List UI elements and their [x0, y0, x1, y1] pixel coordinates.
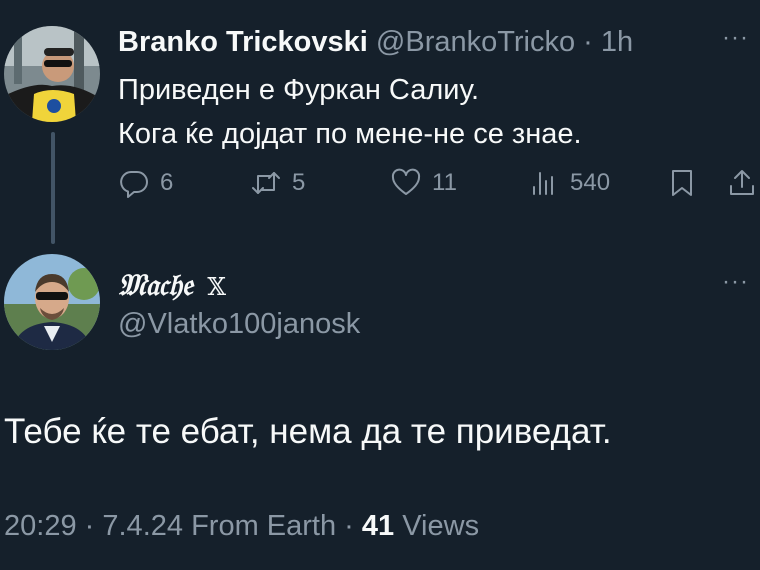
- tweet2-more-button[interactable]: ···: [722, 268, 749, 296]
- tweet2-views-label: Views: [402, 510, 480, 542]
- heart-icon: [391, 168, 421, 195]
- tweet1-handle[interactable]: @BrankoTricko: [376, 26, 575, 58]
- tweet1-action-bar: 6 5 11 540: [118, 160, 758, 206]
- reply-count: 6: [160, 169, 174, 196]
- tweet1-display-name[interactable]: Branko Trickovski: [118, 26, 368, 58]
- tweet2-handle[interactable]: @Vlatko100janosk: [118, 304, 360, 344]
- meta-separator-1: ·: [84, 510, 95, 542]
- reply-button[interactable]: 6: [118, 160, 173, 206]
- share-button[interactable]: [726, 160, 758, 206]
- tweet1-author-line: Branko Trickovski @BrankoTricko · 1h: [118, 22, 633, 62]
- like-button[interactable]: 11: [390, 160, 457, 206]
- thread-connector-line: [51, 132, 55, 244]
- x-logo-icon: 𝕏: [207, 273, 226, 301]
- tweet1-line-1: Приведен е Фуркан Салиу.: [118, 74, 480, 106]
- share-icon: [730, 170, 754, 195]
- bookmark-icon: [672, 170, 692, 196]
- tweet2-display-name[interactable]: 𝔐𝔞𝔠𝔥𝔢: [118, 268, 193, 303]
- avatar-branko[interactable]: [4, 26, 100, 122]
- tweet2-source: From Earth: [191, 510, 337, 542]
- views-count: 540: [570, 169, 611, 196]
- tweet2-time[interactable]: 20:29: [4, 510, 77, 542]
- tweet1-separator: ·: [583, 26, 593, 58]
- retweet-button[interactable]: 5: [250, 160, 305, 206]
- retweet-icon: [252, 172, 280, 194]
- tweet1-timestamp[interactable]: 1h: [601, 26, 633, 58]
- tweet1-line-2: Кога ќе дојдат по мене-не се знае.: [118, 118, 582, 150]
- avatar-mache[interactable]: [4, 254, 100, 350]
- tweet2-author-line: 𝔐𝔞𝔠𝔥𝔢 𝕏: [118, 266, 226, 307]
- tweet2-body: Тебе ќе те ебат, нема да те приведат.: [4, 412, 612, 451]
- tweet1-more-button[interactable]: ···: [722, 24, 749, 52]
- like-count: 11: [432, 169, 457, 196]
- retweet-count: 5: [292, 169, 306, 196]
- tweet2-views-count[interactable]: 41: [362, 510, 394, 542]
- tweet1-body: Приведен е Фуркан Салиу. Кога ќе дојдат …: [118, 68, 582, 156]
- views-button[interactable]: 540: [528, 160, 610, 206]
- meta-separator-2: ·: [344, 510, 354, 542]
- views-icon: [533, 172, 553, 195]
- bookmark-button[interactable]: [666, 160, 698, 206]
- tweet2-date[interactable]: 7.4.24: [102, 510, 183, 542]
- reply-icon: [120, 171, 148, 198]
- tweet2-meta: 20:29 · 7.4.24 From Earth · 41 Views: [4, 506, 479, 546]
